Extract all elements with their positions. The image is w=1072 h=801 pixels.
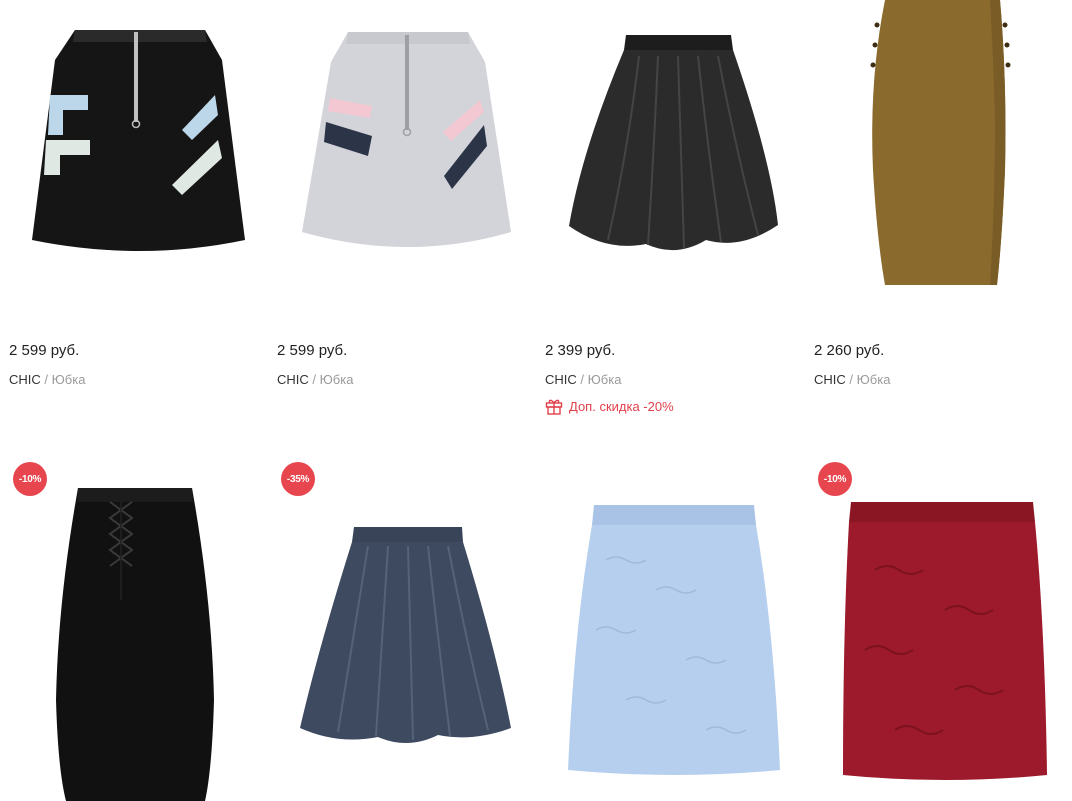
- product-card-8[interactable]: -10%: [805, 0, 1055, 801]
- discount-badge: -35%: [281, 462, 315, 496]
- discount-badge: -10%: [818, 462, 852, 496]
- product-image[interactable]: [536, 480, 786, 801]
- product-card-6[interactable]: -35%: [268, 0, 518, 801]
- product-image[interactable]: [0, 480, 250, 801]
- discount-badge: -10%: [13, 462, 47, 496]
- product-image[interactable]: [268, 480, 518, 801]
- product-card-7[interactable]: [536, 0, 786, 801]
- product-card-5[interactable]: -10%: [0, 0, 250, 801]
- product-image[interactable]: [805, 480, 1055, 801]
